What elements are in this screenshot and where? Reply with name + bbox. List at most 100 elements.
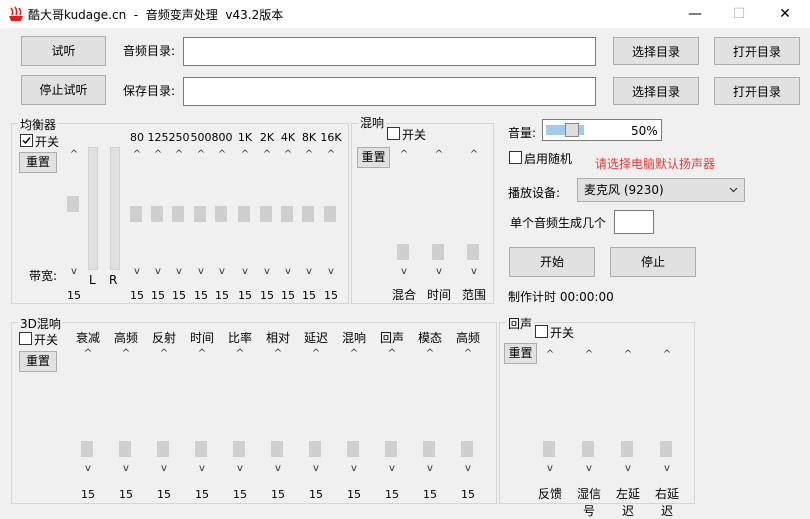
slider-thumb[interactable]: [238, 206, 250, 222]
reverb3d-reset-button[interactable]: 重置: [19, 351, 57, 372]
reverb-reset-button[interactable]: 重置: [357, 147, 390, 168]
reverb3d-slider[interactable]: ^ v: [309, 349, 323, 474]
device-select[interactable]: 麦克风 (9230): [577, 178, 745, 202]
slider-thumb[interactable]: [467, 244, 479, 260]
slider-thumb[interactable]: [423, 441, 435, 457]
slider-thumb[interactable]: [157, 441, 169, 457]
slider-thumb[interactable]: [324, 206, 336, 222]
save-dir-input[interactable]: [183, 77, 596, 106]
equalizer-toggle-label: 开关: [35, 135, 60, 149]
slider-thumb[interactable]: [81, 441, 93, 457]
reverb-label: 范围: [461, 288, 486, 302]
slider-thumb[interactable]: [151, 206, 163, 222]
minimize-button[interactable]: —: [680, 4, 710, 24]
choose-audio-dir-button[interactable]: 选择目录: [613, 37, 699, 65]
eq-band-slider[interactable]: ^ v: [130, 150, 144, 277]
slider-thumb[interactable]: [582, 441, 594, 457]
equalizer-reset-button[interactable]: 重置: [19, 152, 57, 173]
reverb3d-value: 15: [347, 488, 361, 501]
slider-thumb[interactable]: [172, 206, 184, 222]
eq-band-slider[interactable]: ^ v: [194, 150, 208, 277]
slider-thumb[interactable]: [260, 206, 272, 222]
down-arrow-icon: v: [306, 266, 312, 277]
per-file-input[interactable]: [614, 210, 654, 234]
reverb3d-slider[interactable]: ^ v: [271, 349, 285, 474]
reverb3d-slider[interactable]: ^ v: [347, 349, 361, 474]
slider-thumb[interactable]: [215, 206, 227, 222]
close-button[interactable]: ✕: [770, 4, 800, 24]
reverb3d-slider[interactable]: ^ v: [119, 349, 133, 474]
open-save-dir-button[interactable]: 打开目录: [714, 77, 800, 105]
reverb3d-slider[interactable]: ^ v: [195, 349, 209, 474]
slider-thumb[interactable]: [385, 441, 397, 457]
up-arrow-icon: ^: [153, 149, 163, 160]
slider-thumb[interactable]: [271, 441, 283, 457]
listen-button[interactable]: 试听: [21, 36, 106, 66]
slider-thumb[interactable]: [67, 196, 79, 212]
reverb3d-label: 反射: [151, 331, 176, 345]
stop-button[interactable]: 停止: [610, 247, 696, 277]
maximize-button[interactable]: ☐: [724, 4, 754, 24]
volume-thumb[interactable]: [565, 123, 579, 137]
slider-thumb[interactable]: [302, 206, 314, 222]
down-arrow-icon: v: [389, 463, 395, 474]
reverb-title: 混响: [358, 114, 387, 131]
up-arrow-icon: ^: [132, 149, 142, 160]
reverb3d-toggle-checkbox[interactable]: [19, 332, 32, 345]
reverb-slider[interactable]: ^ v: [397, 150, 411, 277]
stop-listen-button[interactable]: 停止试听: [21, 75, 106, 105]
down-arrow-icon: v: [465, 463, 471, 474]
reverb3d-slider[interactable]: ^ v: [81, 349, 95, 474]
slider-thumb[interactable]: [397, 244, 409, 260]
eq-band-slider[interactable]: ^ v: [215, 150, 229, 277]
echo-toggle-checkbox[interactable]: [535, 325, 548, 338]
audio-dir-input[interactable]: [183, 37, 596, 66]
eq-band-slider[interactable]: ^ v: [281, 150, 295, 277]
echo-slider[interactable]: ^ v: [582, 350, 596, 474]
eq-band-slider[interactable]: ^ v: [302, 150, 316, 277]
echo-reset-button[interactable]: 重置: [504, 343, 537, 364]
random-checkbox[interactable]: [509, 151, 522, 164]
reverb-toggle-checkbox[interactable]: [387, 127, 400, 140]
choose-save-dir-button[interactable]: 选择目录: [613, 77, 699, 105]
slider-thumb[interactable]: [119, 441, 131, 457]
up-arrow-icon: ^: [584, 349, 594, 360]
up-arrow-icon: ^: [235, 348, 245, 359]
bandwidth-slider[interactable]: ^ v: [67, 150, 81, 277]
echo-slider[interactable]: ^ v: [621, 350, 635, 474]
eq-band-slider[interactable]: ^ v: [172, 150, 186, 277]
slider-thumb[interactable]: [233, 441, 245, 457]
slider-thumb[interactable]: [432, 244, 444, 260]
slider-thumb[interactable]: [309, 441, 321, 457]
equalizer-toggle-checkbox[interactable]: [20, 134, 33, 147]
echo-label: 左延迟: [615, 487, 640, 518]
reverb3d-slider[interactable]: ^ v: [233, 349, 247, 474]
slider-thumb[interactable]: [543, 441, 555, 457]
reverb3d-slider[interactable]: ^ v: [461, 349, 475, 474]
volume-slider[interactable]: 50%: [542, 119, 662, 141]
eq-band-slider[interactable]: ^ v: [260, 150, 274, 277]
eq-band-slider[interactable]: ^ v: [324, 150, 338, 277]
reverb3d-slider[interactable]: ^ v: [157, 349, 171, 474]
eq-band-slider[interactable]: ^ v: [151, 150, 165, 277]
slider-thumb[interactable]: [130, 206, 142, 222]
left-channel-label: L: [89, 273, 96, 287]
slider-thumb[interactable]: [660, 441, 672, 457]
echo-toggle-label: 开关: [550, 326, 575, 340]
slider-thumb[interactable]: [195, 441, 207, 457]
echo-slider[interactable]: ^ v: [543, 350, 557, 474]
reverb3d-slider[interactable]: ^ v: [385, 349, 399, 474]
slider-thumb[interactable]: [347, 441, 359, 457]
reverb3d-slider[interactable]: ^ v: [423, 349, 437, 474]
slider-thumb[interactable]: [194, 206, 206, 222]
reverb-slider[interactable]: ^ v: [432, 150, 446, 277]
reverb3d-title: 3D混响: [18, 315, 63, 332]
open-audio-dir-button[interactable]: 打开目录: [714, 37, 800, 65]
slider-thumb[interactable]: [461, 441, 473, 457]
start-button[interactable]: 开始: [509, 247, 595, 277]
slider-thumb[interactable]: [281, 206, 293, 222]
slider-thumb[interactable]: [621, 441, 633, 457]
reverb-slider[interactable]: ^ v: [467, 150, 481, 277]
echo-slider[interactable]: ^ v: [660, 350, 674, 474]
eq-band-slider[interactable]: ^ v: [238, 150, 252, 277]
